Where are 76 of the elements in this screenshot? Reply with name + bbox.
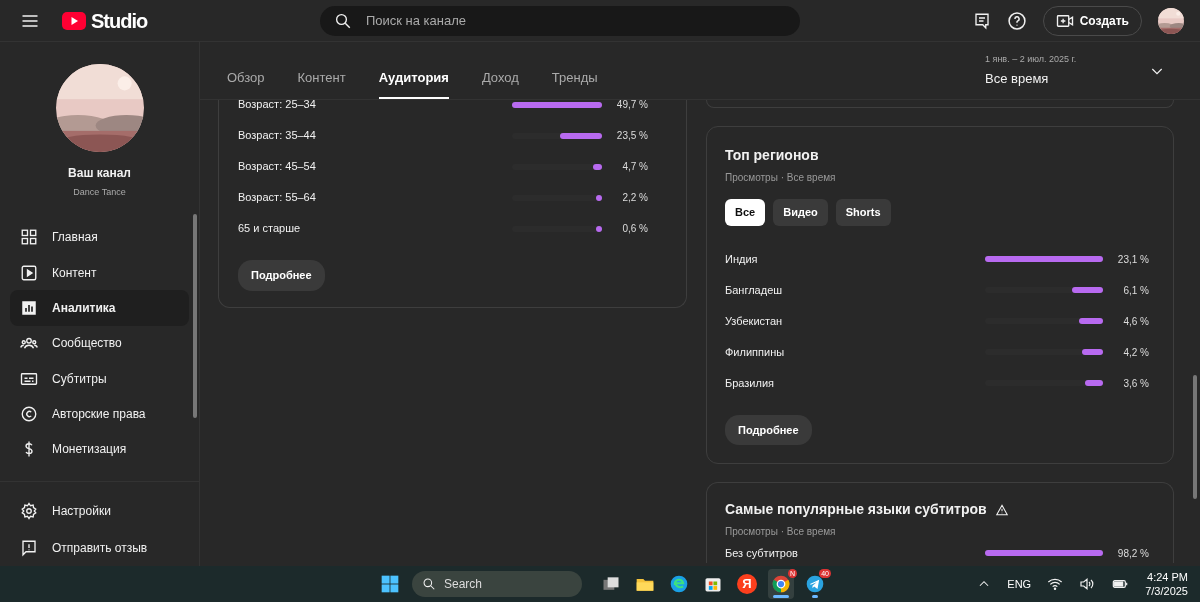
more-button[interactable]: Подробнее: [725, 414, 812, 445]
scrollbar-thumb[interactable]: [1193, 375, 1197, 499]
more-button[interactable]: Подробнее: [238, 260, 325, 291]
row-value: 2,2 %: [621, 191, 648, 205]
help-icon[interactable]: [1006, 10, 1027, 31]
row-value: 0,6 %: [621, 222, 648, 236]
channel-name: Ваш канал: [68, 165, 131, 182]
taskbar-search[interactable]: Search: [412, 571, 582, 597]
sidebar-item[interactable]: Настройки: [10, 492, 189, 529]
sidebar-item[interactable]: Отправить отзыв: [10, 529, 189, 566]
comment-icon[interactable]: [972, 11, 991, 30]
wifi-icon[interactable]: [1047, 576, 1064, 592]
chrome-icon: [771, 574, 791, 594]
tab[interactable]: Доход: [481, 67, 519, 99]
windows-icon[interactable]: [380, 574, 400, 594]
copyright-icon: [20, 404, 38, 423]
row-value: 3,6 %: [1122, 376, 1149, 391]
filter-chip[interactable]: Видео: [773, 199, 828, 226]
card-subtitle: Просмотры · Все время: [725, 171, 837, 185]
speaker-icon[interactable]: [1079, 576, 1096, 592]
sidebar-item[interactable]: Монетизация: [10, 431, 189, 467]
period-text: Все время: [985, 70, 1050, 88]
sidebar-item[interactable]: Аналитика: [10, 290, 189, 326]
row-value: 49,7 %: [615, 100, 648, 112]
row-value: 4,2 %: [1122, 345, 1149, 360]
row-value: 4,6 %: [1122, 314, 1149, 329]
card-title: Топ регионов: [725, 146, 820, 165]
tab[interactable]: Обзор: [227, 67, 265, 99]
date-range-text: 1 янв. – 2 июл. 2025 г.: [985, 52, 1078, 66]
tab[interactable]: Контент: [297, 67, 346, 99]
row-value: 4,7 %: [621, 160, 648, 174]
play-logo-icon: [60, 10, 88, 31]
clock-date[interactable]: 7/3/2025: [1145, 584, 1188, 598]
row-label: Возраст: 55–64: [238, 190, 316, 206]
feedback-icon: [20, 538, 38, 557]
settings-icon: [20, 501, 38, 520]
sidebar-item[interactable]: Субтитры: [10, 360, 189, 397]
clock-time[interactable]: 4:24 PM: [1145, 570, 1188, 584]
row-label: Возраст: 25–34: [238, 100, 316, 113]
filter-chip[interactable]: Все: [725, 199, 766, 226]
row-label: Возраст: 35–44: [238, 128, 316, 144]
search-icon: [422, 577, 436, 591]
row-label: Возраст: 45–54: [238, 159, 316, 175]
edge-icon: [669, 574, 689, 594]
scrollbar-thumb[interactable]: [193, 214, 197, 418]
row-label: 65 и старше: [238, 221, 301, 237]
row-label: Бангладеш: [725, 282, 783, 298]
paper-plane-icon: [805, 574, 825, 594]
search-input[interactable]: Поиск на канале: [363, 9, 786, 32]
tab[interactable]: Тренды: [551, 67, 598, 99]
channel-handle: Dance Tance: [73, 186, 126, 199]
card-subtitle: Просмотры · Все время: [725, 525, 837, 539]
row-label: Бразилия: [725, 375, 775, 391]
sidebar-item[interactable]: Сообщество: [10, 325, 189, 361]
row-value: 6,1 %: [1122, 283, 1149, 298]
dashboard-icon: [20, 228, 38, 247]
row-label: Без субтитров: [725, 545, 798, 561]
row-label: Индия: [725, 251, 758, 267]
filter-chip[interactable]: Shorts: [835, 199, 891, 226]
row-label: Узбекистан: [725, 313, 783, 329]
logo-text: Studio: [91, 8, 148, 34]
warning-icon: [994, 502, 1009, 517]
date-range-selector[interactable]: 1 янв. – 2 июл. 2025 г. Все время: [985, 52, 1165, 89]
sidebar-item[interactable]: Авторские права: [10, 396, 189, 432]
row-value: 23,5 %: [615, 129, 648, 143]
row-value: 98,2 %: [1116, 546, 1149, 561]
sidebar-item[interactable]: Главная: [10, 219, 189, 255]
bar-chart-icon: [20, 298, 38, 317]
card-title: Самые популярные языки субтитров: [725, 500, 987, 519]
language-indicator[interactable]: ENG: [1007, 575, 1032, 593]
search-field[interactable]: Поиск на канале: [319, 5, 800, 36]
row-value: 23,1 %: [1116, 252, 1149, 267]
sidebar-item[interactable]: Контент: [10, 254, 189, 291]
row-label: Филиппины: [725, 344, 785, 360]
search-icon: [333, 11, 352, 30]
play-square-icon: [20, 263, 38, 282]
